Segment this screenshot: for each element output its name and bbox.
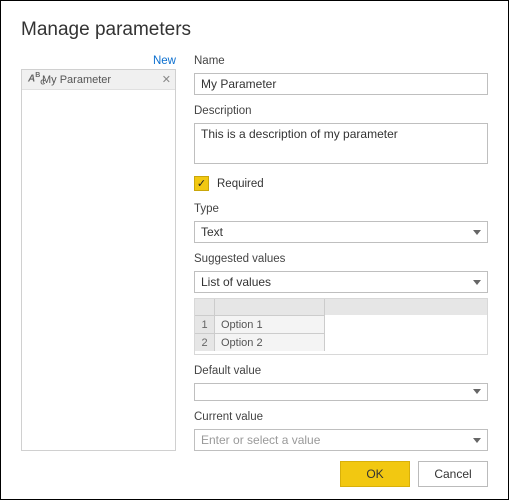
name-input[interactable] xyxy=(194,73,488,95)
dialog-title: Manage parameters xyxy=(21,19,488,41)
value-cell[interactable]: Option 1 xyxy=(215,315,325,333)
grid-row[interactable]: 2 Option 2 xyxy=(195,333,487,351)
chevron-down-icon xyxy=(473,389,481,394)
required-label: Required xyxy=(217,178,264,190)
description-label: Description xyxy=(194,105,488,117)
ok-button[interactable]: OK xyxy=(340,461,410,487)
type-select-value: Text xyxy=(201,225,223,239)
manage-parameters-dialog: Manage parameters New ABC My Parameter ✕… xyxy=(0,0,509,500)
dialog-footer: OK Cancel xyxy=(21,451,488,487)
grid-header xyxy=(195,299,487,315)
current-value-select[interactable]: Enter or select a value xyxy=(194,429,488,451)
parameter-item[interactable]: ABC My Parameter ✕ xyxy=(22,70,175,90)
row-number: 2 xyxy=(195,333,215,351)
required-row: ✓ Required xyxy=(194,176,488,191)
default-value-select[interactable] xyxy=(194,383,488,401)
required-checkbox[interactable]: ✓ xyxy=(194,176,209,191)
value-cell[interactable]: Option 2 xyxy=(215,333,325,351)
default-value-label: Default value xyxy=(194,365,488,377)
suggested-values-label: Suggested values xyxy=(194,253,488,265)
values-grid[interactable]: 1 Option 1 2 Option 2 xyxy=(194,298,488,355)
row-number: 1 xyxy=(195,315,215,333)
current-value-label: Current value xyxy=(194,411,488,423)
suggested-values-select[interactable]: List of values xyxy=(194,271,488,293)
chevron-down-icon xyxy=(473,280,481,285)
delete-parameter-icon[interactable]: ✕ xyxy=(162,73,171,86)
text-type-icon: ABC xyxy=(28,72,42,86)
parameter-list: ABC My Parameter ✕ xyxy=(21,69,176,451)
chevron-down-icon xyxy=(473,438,481,443)
suggested-values-value: List of values xyxy=(201,275,271,289)
parameter-form: Name Description This is a description o… xyxy=(194,55,488,451)
type-label: Type xyxy=(194,203,488,215)
parameter-item-label: My Parameter xyxy=(42,74,162,86)
new-parameter-link[interactable]: New xyxy=(21,55,176,67)
grid-row[interactable]: 1 Option 1 xyxy=(195,315,487,333)
parameter-list-pane: New ABC My Parameter ✕ xyxy=(21,55,176,451)
cancel-button[interactable]: Cancel xyxy=(418,461,488,487)
current-value-placeholder: Enter or select a value xyxy=(201,433,320,447)
description-input[interactable]: This is a description of my parameter xyxy=(194,123,488,164)
dialog-body: New ABC My Parameter ✕ Name Description … xyxy=(21,55,488,451)
chevron-down-icon xyxy=(473,230,481,235)
name-label: Name xyxy=(194,55,488,67)
type-select[interactable]: Text xyxy=(194,221,488,243)
